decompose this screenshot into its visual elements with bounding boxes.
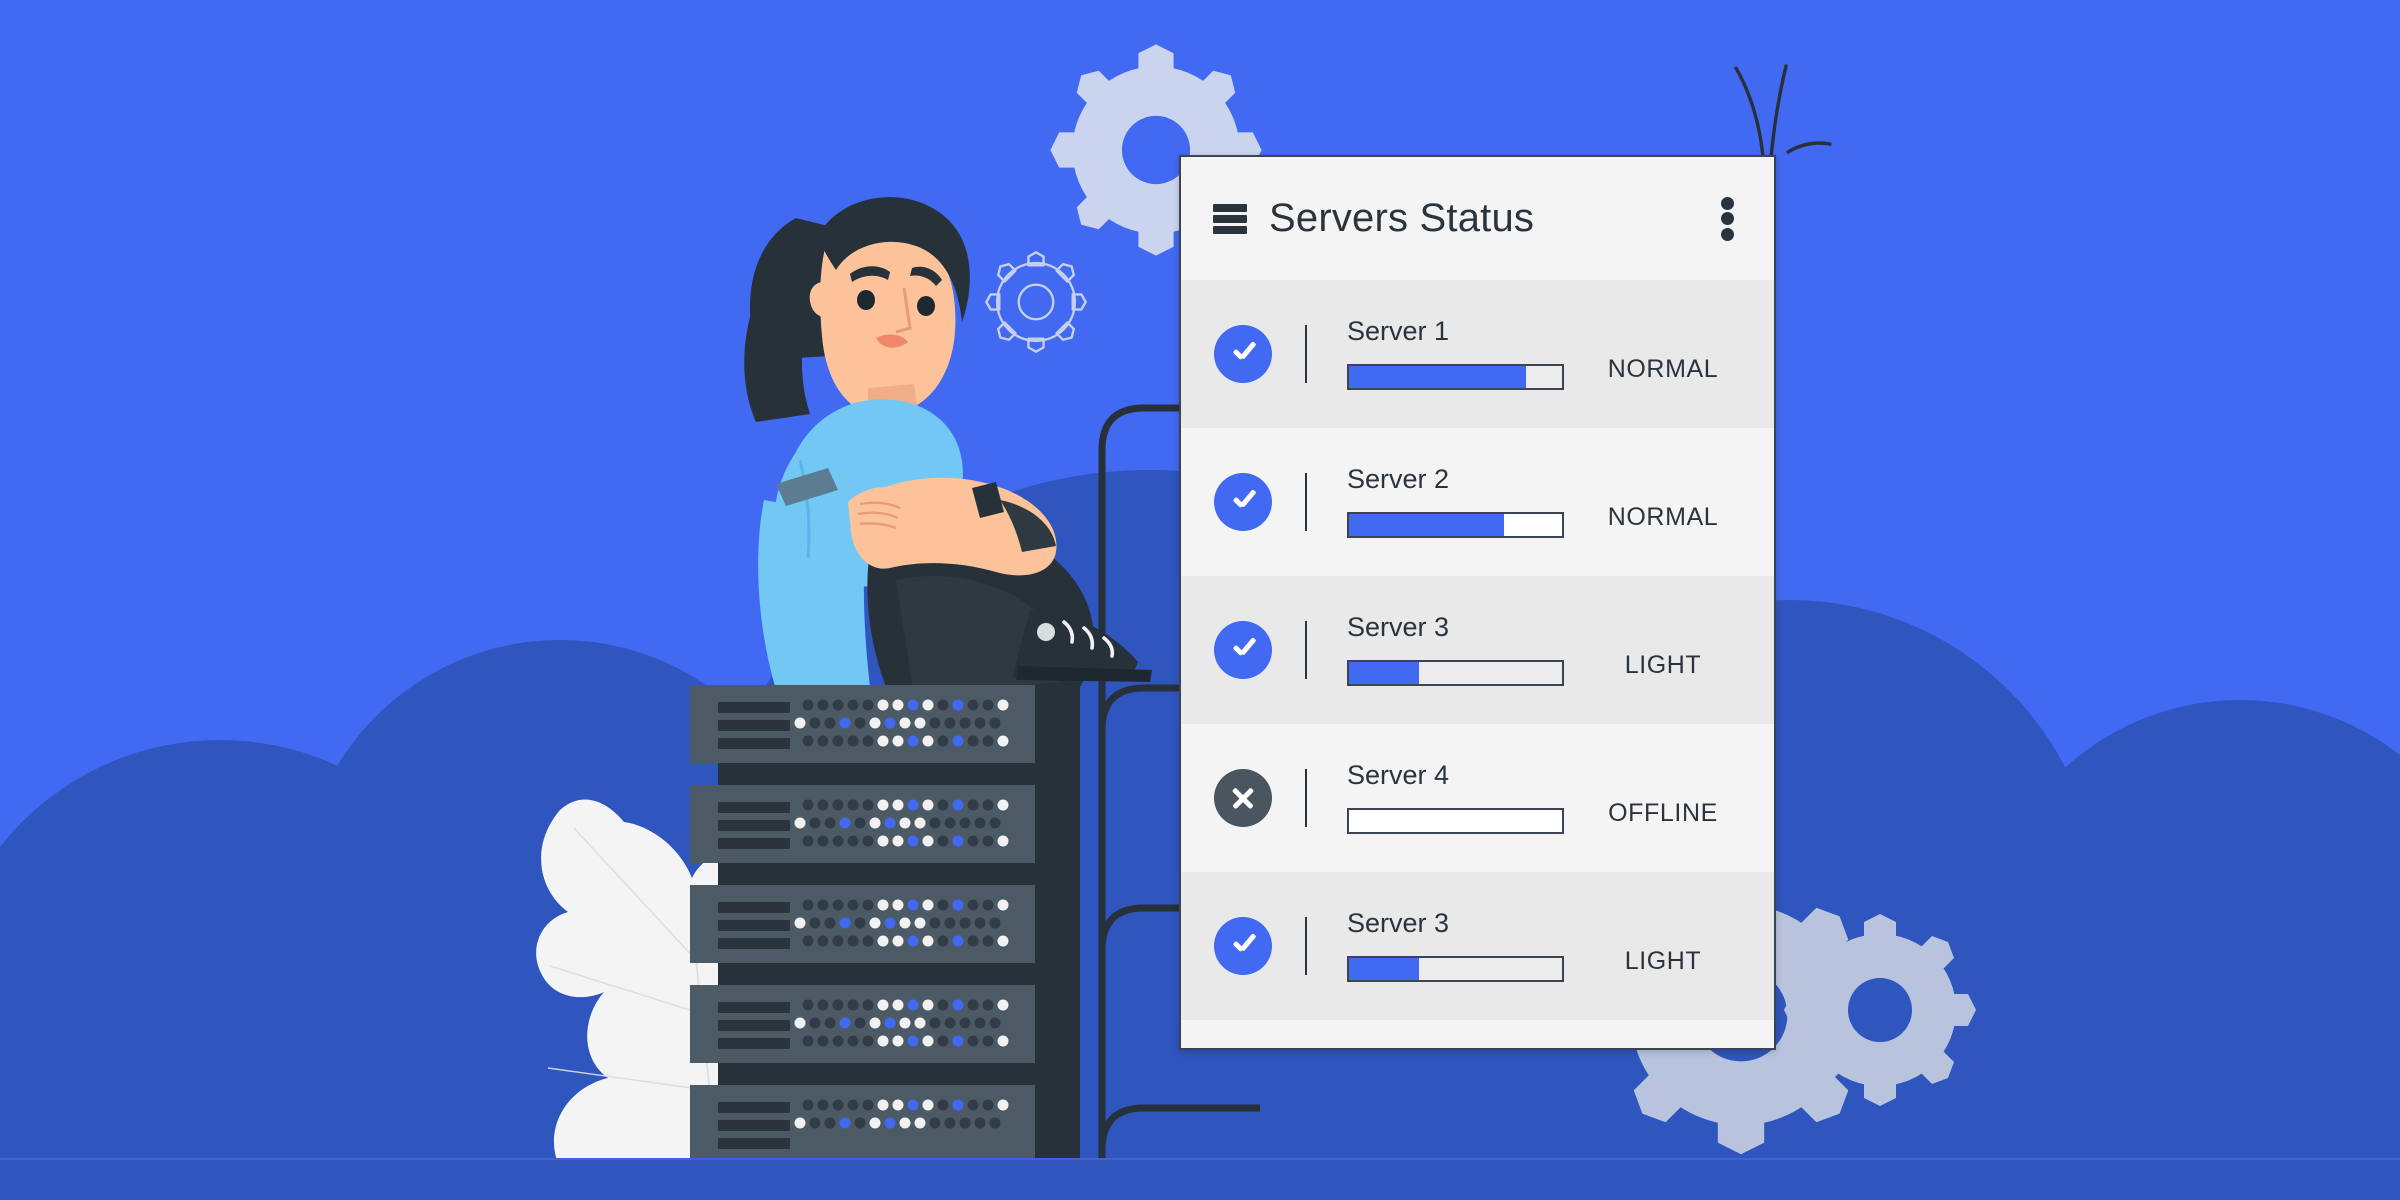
table-row[interactable]: Server 3 LIGHT bbox=[1181, 872, 1774, 1020]
progress-bar bbox=[1347, 512, 1564, 538]
progress-bar bbox=[1347, 364, 1564, 390]
row-body: Server 1 bbox=[1347, 318, 1570, 390]
progress-bar-fill bbox=[1349, 514, 1505, 536]
table-row[interactable]: Server 4 OFFLINE bbox=[1181, 724, 1774, 872]
check-circle-icon bbox=[1214, 917, 1272, 975]
progress-bar-fill bbox=[1349, 366, 1526, 388]
row-body: Server 2 bbox=[1347, 466, 1570, 538]
progress-bar-fill bbox=[1349, 958, 1420, 980]
check-circle-icon bbox=[1214, 621, 1272, 679]
hamburger-icon[interactable] bbox=[1213, 203, 1247, 234]
servers-list: Server 1 NORMAL Server 2 NORMAL Server 3… bbox=[1181, 280, 1774, 1020]
page-title: Servers Status bbox=[1269, 196, 1535, 240]
ground-strip bbox=[0, 1160, 2400, 1200]
progress-bar bbox=[1347, 808, 1564, 834]
server-name: Server 1 bbox=[1347, 316, 1450, 346]
kebab-menu-icon[interactable] bbox=[1710, 196, 1744, 241]
status-badge: LIGHT bbox=[1624, 650, 1702, 679]
servers-status-card: Servers Status Server 1 NORMAL Server 2 … bbox=[1179, 155, 1776, 1050]
row-body: Server 3 bbox=[1347, 910, 1570, 982]
row-divider bbox=[1305, 473, 1307, 531]
status-badge: OFFLINE bbox=[1608, 798, 1718, 827]
server-name: Server 2 bbox=[1347, 464, 1450, 494]
table-row[interactable]: Server 2 NORMAL bbox=[1181, 428, 1774, 576]
x-circle-icon bbox=[1214, 769, 1272, 827]
check-circle-icon bbox=[1214, 473, 1272, 531]
illustration-stage: Servers Status Server 1 NORMAL Server 2 … bbox=[0, 0, 2400, 1200]
server-name: Server 3 bbox=[1347, 908, 1450, 938]
table-row[interactable]: Server 3 LIGHT bbox=[1181, 576, 1774, 724]
row-body: Server 4 bbox=[1347, 762, 1570, 834]
progress-bar-fill bbox=[1349, 662, 1420, 684]
row-divider bbox=[1305, 769, 1307, 827]
server-rack-illustration bbox=[690, 685, 1080, 1200]
row-divider bbox=[1305, 621, 1307, 679]
row-body: Server 3 bbox=[1347, 614, 1570, 686]
worried-woman-illustration bbox=[700, 170, 1180, 730]
card-header: Servers Status bbox=[1181, 157, 1774, 280]
row-divider bbox=[1305, 325, 1307, 383]
progress-bar bbox=[1347, 660, 1564, 686]
status-badge: NORMAL bbox=[1607, 354, 1719, 383]
check-circle-icon bbox=[1214, 325, 1272, 383]
status-badge: LIGHT bbox=[1624, 946, 1702, 975]
gear-bottom-right-small-icon bbox=[1784, 914, 1976, 1106]
progress-bar bbox=[1347, 956, 1564, 982]
row-divider bbox=[1305, 917, 1307, 975]
server-name: Server 3 bbox=[1347, 612, 1450, 642]
server-name: Server 4 bbox=[1347, 760, 1450, 790]
table-row[interactable]: Server 1 NORMAL bbox=[1181, 280, 1774, 428]
status-badge: NORMAL bbox=[1607, 502, 1719, 531]
